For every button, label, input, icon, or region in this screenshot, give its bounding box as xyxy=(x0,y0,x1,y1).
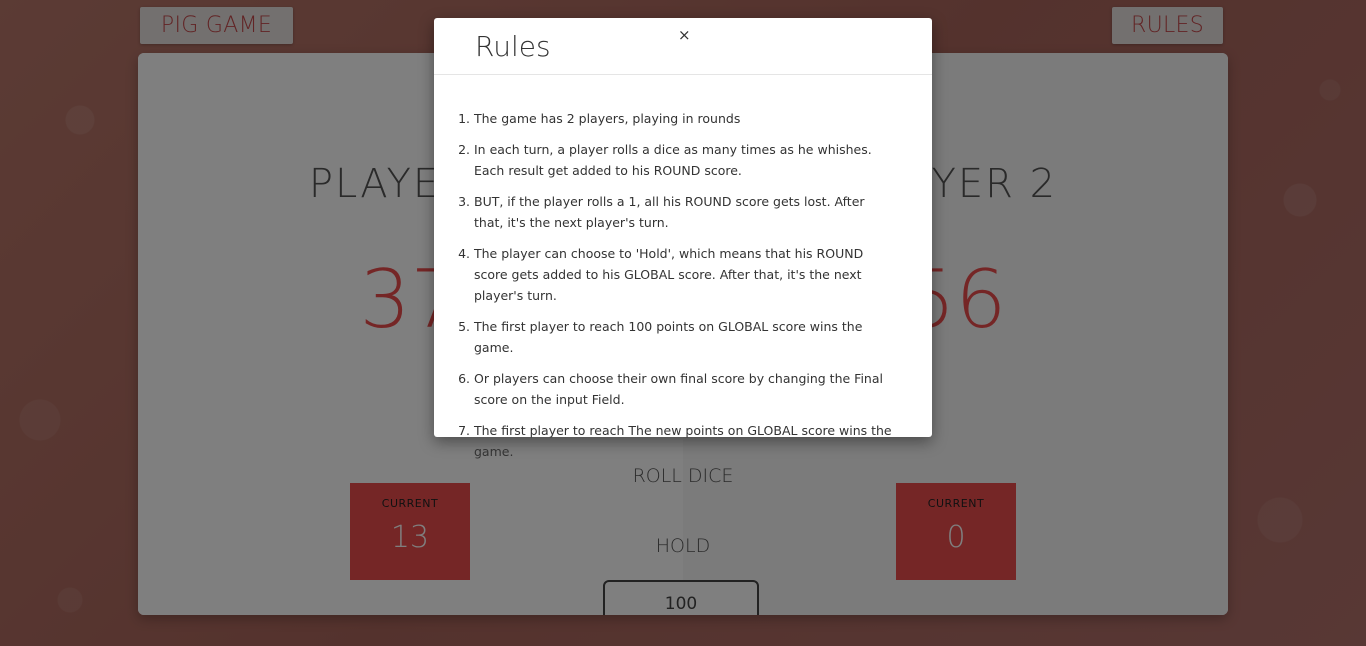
rule-item: The player can choose to 'Hold', which m… xyxy=(474,243,892,306)
rule-item: In each turn, a player rolls a dice as m… xyxy=(474,139,892,181)
modal-title: Rules xyxy=(475,30,551,63)
rule-item: The first player to reach 100 points on … xyxy=(474,316,892,358)
rules-modal: Rules × The game has 2 players, playing … xyxy=(434,18,932,459)
rule-item: The first player to reach The new points… xyxy=(474,420,892,462)
rules-list: The game has 2 players, playing in round… xyxy=(434,75,932,462)
rule-item: BUT, if the player rolls a 1, all his RO… xyxy=(474,191,892,233)
modal-header: Rules × xyxy=(434,18,932,75)
close-icon[interactable]: × xyxy=(678,26,691,44)
rule-item: Or players can choose their own final sc… xyxy=(474,368,892,410)
rule-item: The game has 2 players, playing in round… xyxy=(474,108,892,129)
